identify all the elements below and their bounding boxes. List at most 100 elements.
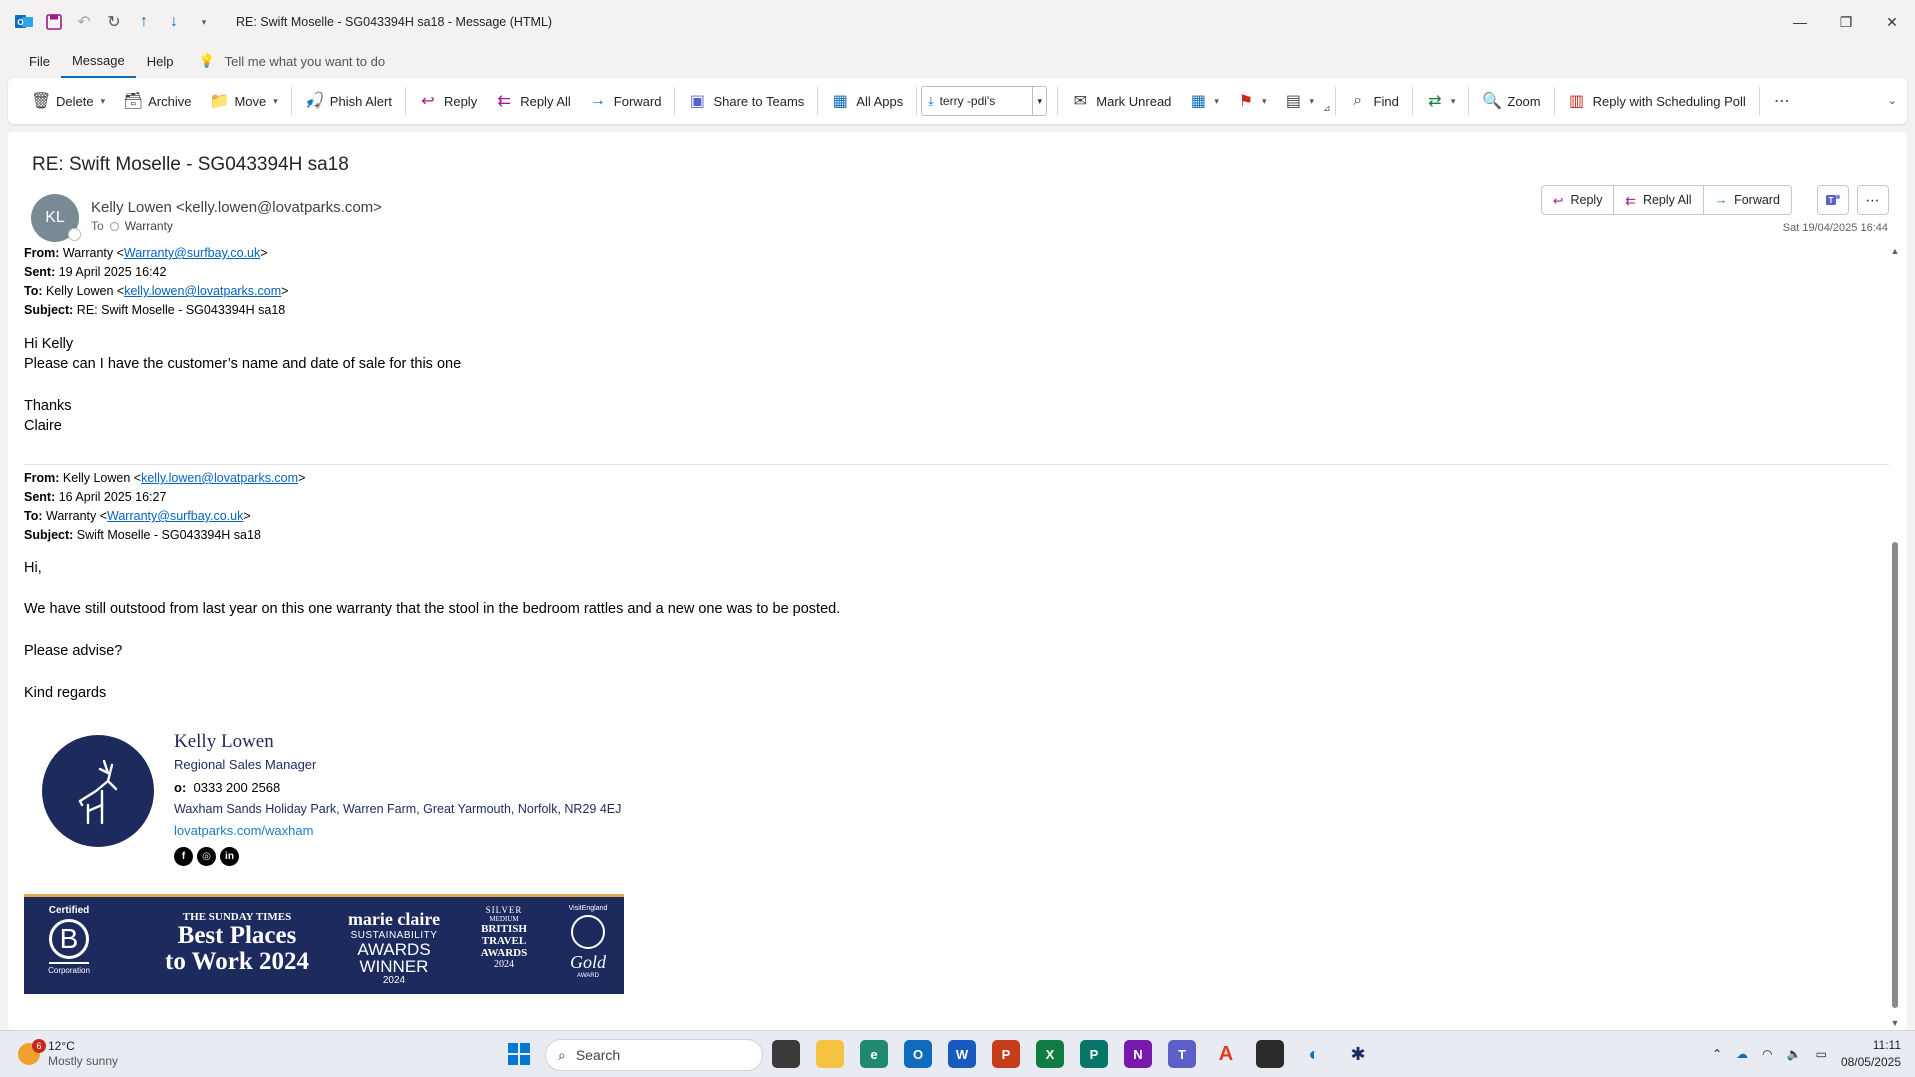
latest-greeting: Hi Kelly (24, 336, 74, 352)
linkedin-icon[interactable]: in (220, 847, 239, 866)
terminal-app-icon[interactable] (1256, 1040, 1284, 1068)
taskbar-search[interactable]: ⌕ Search (545, 1039, 763, 1071)
save-icon[interactable] (44, 12, 64, 32)
outlook-taskbar-icon[interactable]: O (904, 1040, 932, 1068)
b-corp-badge: Certified B Corporation (42, 905, 96, 975)
publisher-icon[interactable]: P (1080, 1040, 1108, 1068)
mc-year: 2024 (382, 975, 406, 986)
latest-from-email[interactable]: Warranty@surfbay.co.uk (124, 246, 260, 260)
latest-to-email[interactable]: kelly.lowen@lovatparks.com (124, 284, 281, 298)
sender-name[interactable]: Kelly Lowen <kelly.lowen@lovatparks.com> (91, 199, 382, 216)
undo-icon[interactable]: ↶ (74, 12, 94, 32)
quick-steps-dropdown[interactable]: ⤓ terry -pdi's ▾ (921, 86, 1048, 116)
forward-button[interactable]: → Forward (580, 85, 671, 117)
onedrive-icon[interactable]: ☁ (1736, 1047, 1748, 1061)
earlier-from-email[interactable]: kelly.lowen@lovatparks.com (141, 471, 298, 485)
scroll-down-icon[interactable]: ▼ (1889, 1018, 1901, 1028)
phish-alert-label: Phish Alert (329, 93, 392, 109)
instagram-icon[interactable]: ◎ (197, 847, 216, 866)
delete-button[interactable]: 🗑 Delete ▾ (22, 85, 114, 117)
categorize-button[interactable]: ▦ ▾ (1180, 85, 1228, 117)
ribbon-divider (817, 87, 819, 115)
facebook-icon[interactable]: f (174, 847, 193, 866)
policy-button[interactable]: ▤ ▾ (1275, 85, 1323, 117)
windows-start-icon[interactable] (508, 1043, 530, 1065)
message-reply-all-button[interactable]: ⇇ Reply All (1614, 186, 1704, 214)
calendar-icon: ▥ (1569, 93, 1585, 110)
message-reply-button[interactable]: ↩ Reply (1542, 186, 1615, 214)
mark-unread-button[interactable]: ✉ Mark Unread (1062, 85, 1180, 117)
more-commands-button[interactable]: ⋯ (1764, 85, 1800, 117)
menu-help[interactable]: Help (136, 44, 185, 78)
teams-icon: T (1826, 194, 1841, 205)
find-button[interactable]: ⌕ Find (1340, 85, 1408, 117)
policy-icon: ▤ (1285, 93, 1302, 110)
teams-chat-button[interactable]: T (1817, 185, 1849, 215)
apps-grid-icon: ▦ (832, 93, 848, 110)
latest-sent-line: Sent: 19 April 2025 16:42 (24, 265, 167, 279)
signature-website-link[interactable]: lovatparks.com/waxham (174, 823, 313, 838)
translate-button[interactable]: ⇄ ▾ (1417, 85, 1465, 117)
chevron-down-icon[interactable]: ▾ (101, 96, 106, 107)
redo-icon[interactable]: ↻ (104, 12, 124, 32)
previous-item-icon[interactable]: ↑ (134, 12, 154, 32)
vertical-scrollbar[interactable]: ▲ ▼ (1889, 246, 1901, 1028)
volume-icon[interactable]: 🔈 (1787, 1047, 1802, 1061)
scheduling-poll-button[interactable]: ▥ Reply with Scheduling Poll (1559, 85, 1755, 117)
earlier-to-email[interactable]: Warranty@surfbay.co.uk (107, 509, 243, 523)
delete-label: Delete (56, 93, 94, 109)
ellipsis-icon: ⋯ (1773, 93, 1790, 110)
close-button[interactable]: ✕ (1869, 0, 1915, 44)
word-icon[interactable]: W (948, 1040, 976, 1068)
phish-alert-button[interactable]: 🎣 Phish Alert (296, 85, 401, 117)
chevron-up-icon[interactable]: ⌃ (1712, 1047, 1722, 1061)
acrobat-icon[interactable]: A (1212, 1040, 1240, 1068)
edge-browser-icon[interactable]: e (860, 1040, 888, 1068)
restore-button[interactable]: ❐ (1823, 0, 1869, 44)
follow-up-button[interactable]: ⚑ ▾ (1228, 85, 1276, 117)
btta-mid: MEDIUM (489, 915, 519, 923)
scroll-thumb[interactable] (1892, 542, 1898, 1008)
clock[interactable]: 11:11 08/05/2025 (1841, 1037, 1901, 1071)
onenote-icon[interactable]: N (1124, 1040, 1152, 1068)
powerpoint-icon[interactable]: P (992, 1040, 1020, 1068)
search-icon: ⌕ (1353, 92, 1363, 109)
scroll-up-icon[interactable]: ▲ (1889, 246, 1901, 256)
recipient-name[interactable]: Warranty (125, 219, 173, 233)
weather-widget[interactable]: 6 12°C Mostly sunny (18, 1039, 118, 1069)
reply-all-label: Reply All (1642, 193, 1692, 207)
share-to-teams-button[interactable]: ▣ Share to Teams (679, 85, 813, 117)
wifi-icon[interactable]: ◠ (1762, 1047, 1772, 1061)
tell-me-search[interactable]: 💡 Tell me what you want to do (198, 53, 385, 69)
archive-button[interactable]: 🗃 Archive (114, 85, 200, 117)
lightbulb-icon: 💡 (198, 53, 215, 68)
chevron-down-icon[interactable]: ▾ (1032, 87, 1046, 115)
menu-message[interactable]: Message (60, 44, 136, 78)
awards-banner: Certified B Corporation THE SUNDAY TIMES… (24, 894, 624, 994)
pinned-app-icon[interactable]: ✱ (1344, 1040, 1372, 1068)
reply-button[interactable]: ↩ Reply (410, 85, 486, 117)
excel-icon[interactable]: X (1036, 1040, 1064, 1068)
customize-toolbar-icon[interactable]: ▾ (194, 12, 214, 32)
ribbon-expand-icon[interactable]: ⌄ (1888, 94, 1897, 107)
teams-taskbar-icon[interactable]: T (1168, 1040, 1196, 1068)
zoom-button[interactable]: 🔍 Zoom (1473, 85, 1549, 117)
b-corp-logo-icon: B (49, 919, 89, 959)
latest-signoff: Claire (24, 418, 62, 434)
file-explorer-icon[interactable] (816, 1040, 844, 1068)
latest-thanks: Thanks (24, 398, 72, 414)
task-view-icon[interactable] (772, 1040, 800, 1068)
next-item-icon[interactable]: ↓ (164, 12, 184, 32)
menu-file[interactable]: File (18, 44, 61, 78)
message-forward-button[interactable]: → Forward (1704, 186, 1791, 214)
dialog-launcher-icon[interactable]: ⊿ (1323, 103, 1331, 114)
clock-date: 08/05/2025 (1840, 1055, 1901, 1069)
chrome-app-icon[interactable]: ◐ (1300, 1040, 1328, 1068)
minimize-button[interactable]: — (1777, 0, 1823, 44)
move-button[interactable]: 📁 Move ▾ (200, 85, 286, 117)
reply-all-button[interactable]: ⇇ Reply All (486, 85, 580, 117)
more-actions-button[interactable]: ⋯ (1857, 185, 1889, 215)
all-apps-button[interactable]: ▦ All Apps (822, 85, 912, 117)
battery-icon[interactable]: ▭ (1816, 1047, 1827, 1061)
sun-icon: 6 (18, 1039, 46, 1065)
